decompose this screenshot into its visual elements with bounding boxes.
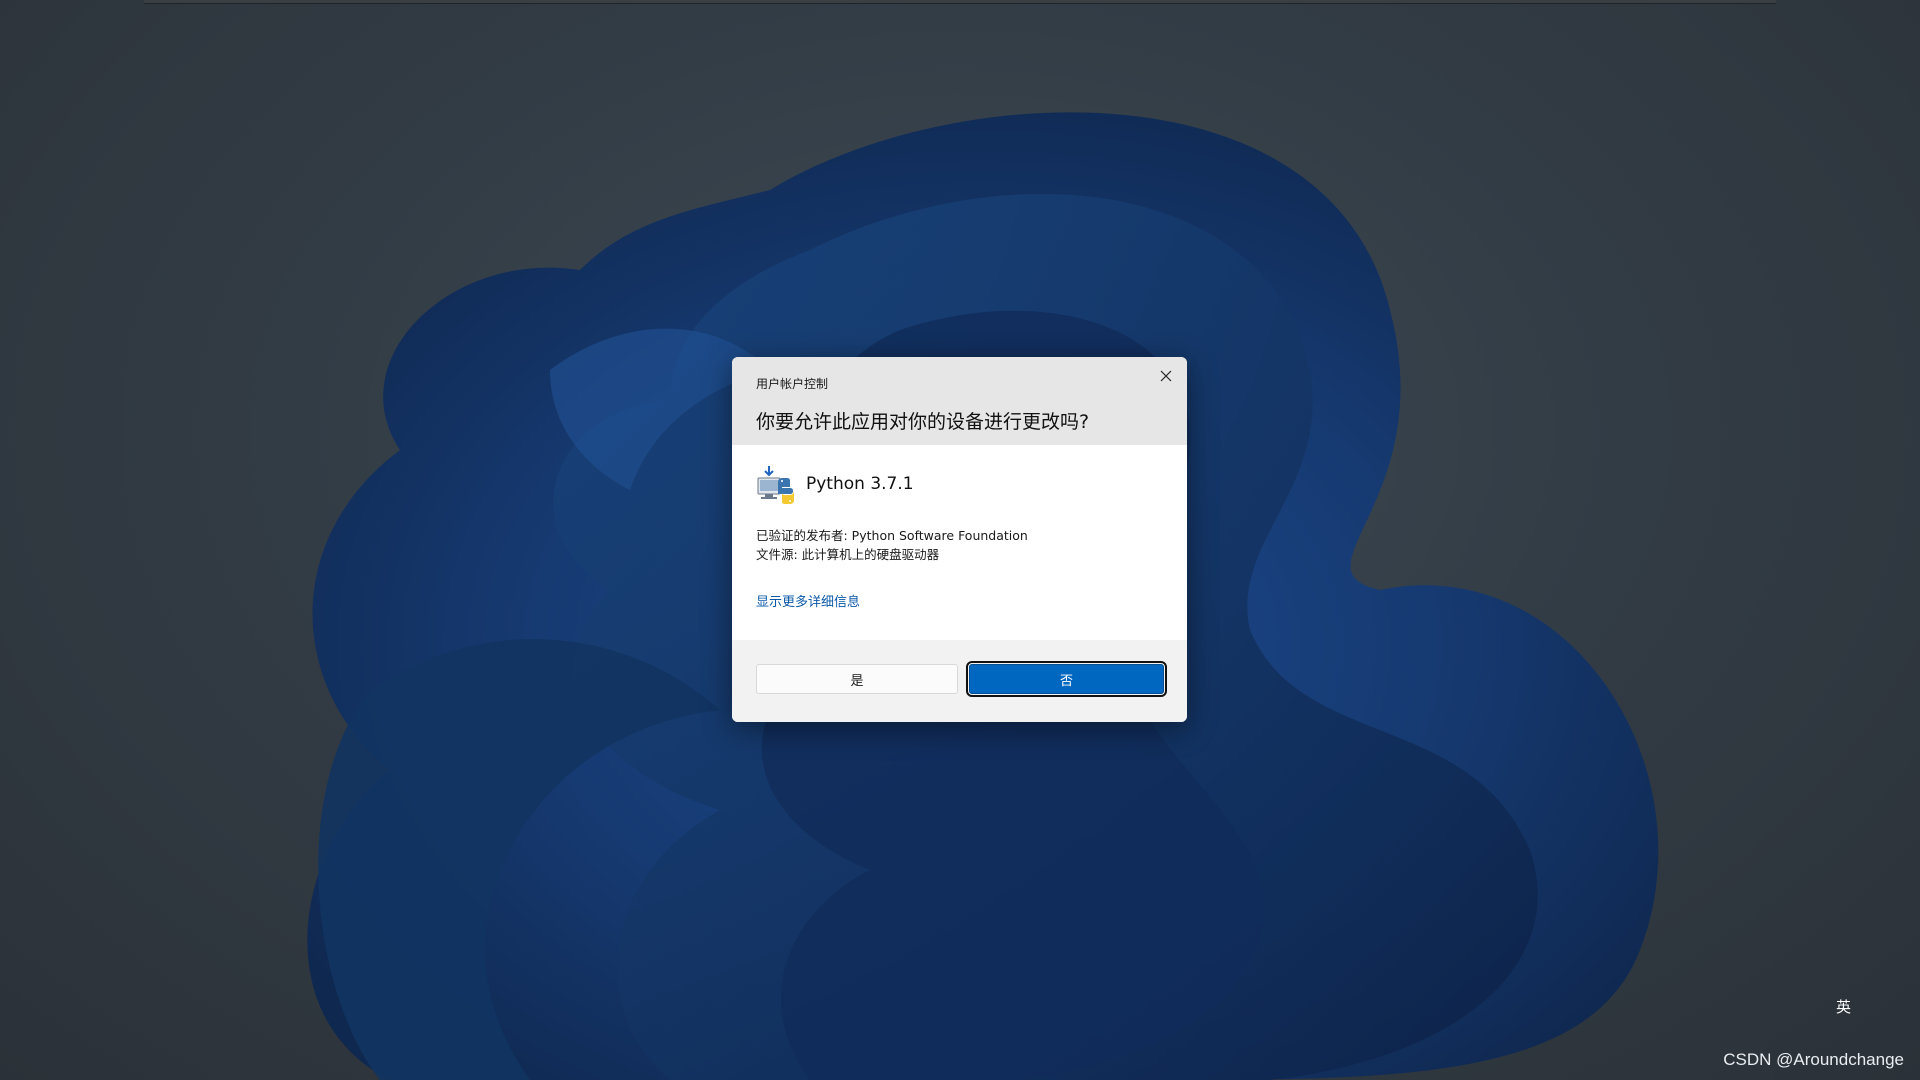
yes-button[interactable]: 是 — [756, 664, 958, 694]
app-info-row: Python 3.7.1 — [756, 463, 914, 505]
watermark: CSDN @Aroundchange — [1723, 1050, 1904, 1069]
show-more-details-link[interactable]: 显示更多详细信息 — [756, 591, 860, 610]
python-installer-icon — [757, 466, 794, 504]
uac-dialog: 用户帐户控制 你要允许此应用对你的设备进行更改吗? Python 3.7.1 已… — [732, 357, 1187, 722]
window-edge — [144, 0, 1776, 4]
dialog-title: 用户帐户控制 — [756, 377, 829, 391]
ime-language-indicator[interactable]: 英 — [1836, 996, 1851, 1017]
uac-header: 用户帐户控制 你要允许此应用对你的设备进行更改吗? — [732, 357, 1187, 445]
file-source-line: 文件源: 此计算机上的硬盘驱动器 — [756, 547, 940, 562]
app-name: Python 3.7.1 — [806, 474, 914, 494]
no-button[interactable]: 否 — [966, 661, 1167, 697]
desktop-background: 用户帐户控制 你要允许此应用对你的设备进行更改吗? Python 3.7.1 已… — [0, 0, 1920, 1080]
publisher-line: 已验证的发布者: Python Software Foundation — [756, 528, 1028, 543]
dialog-question: 你要允许此应用对你的设备进行更改吗? — [756, 411, 1090, 433]
publisher-info: 已验证的发布者: Python Software Foundation 文件源:… — [756, 526, 1028, 564]
uac-footer: 是 否 — [732, 640, 1187, 722]
close-icon — [1160, 370, 1172, 382]
close-button[interactable] — [1151, 363, 1181, 389]
